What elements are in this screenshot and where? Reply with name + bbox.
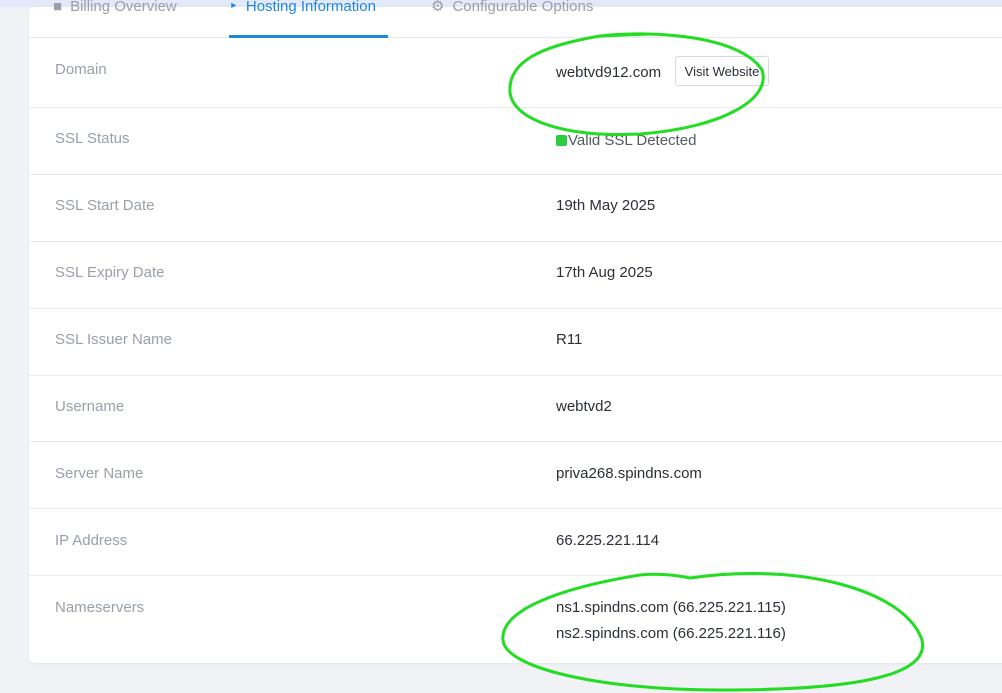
hosting-details-card: ■ Billing Overview ‣ Hosting Information ⚙… xyxy=(29,0,1002,663)
configurable-options-icon: ⚙ xyxy=(431,0,445,15)
ssl-status-value: Valid SSL Detected xyxy=(556,132,696,149)
ssl-expiry-date-label: SSL Expiry Date xyxy=(55,264,165,281)
row-divider xyxy=(29,575,1002,576)
active-tab-indicator xyxy=(229,35,388,38)
nameserver-2-value: ns2.spindns.com (66.225.221.116) xyxy=(556,625,786,642)
username-value: webtvd2 xyxy=(556,398,612,415)
nameservers-label: Nameservers xyxy=(55,599,145,616)
server-name-value: priva268.spindns.com xyxy=(556,465,702,482)
tab-hosting-information[interactable]: ‣ Hosting Information xyxy=(229,0,376,25)
ssl-start-date-value: 19th May 2025 xyxy=(556,197,656,214)
row-divider xyxy=(29,441,1002,442)
ip-address-label: IP Address xyxy=(55,532,128,549)
ssl-expiry-date-value: 17th Aug 2025 xyxy=(556,264,653,281)
ip-address-value: 66.225.221.114 xyxy=(556,532,660,549)
row-divider xyxy=(29,107,1002,108)
hosting-icon: ‣ xyxy=(229,0,238,15)
tab-configurable-options[interactable]: ⚙ Configurable Options xyxy=(431,0,593,25)
ssl-issuer-value: R11 xyxy=(556,331,583,348)
tab-bar: ■ Billing Overview ‣ Hosting Information ⚙… xyxy=(29,0,1002,38)
ssl-issuer-label: SSL Issuer Name xyxy=(55,331,172,348)
billing-icon: ■ xyxy=(53,0,63,15)
ssl-check-icon xyxy=(556,135,567,146)
row-divider xyxy=(29,241,1002,242)
nameserver-1-value: ns1.spindns.com (66.225.221.115) xyxy=(556,599,786,616)
row-divider xyxy=(29,308,1002,309)
domain-value: webtvd912.com xyxy=(556,64,662,81)
visit-website-button[interactable]: Visit Website xyxy=(675,56,769,86)
domain-label: Domain xyxy=(55,61,107,78)
row-divider xyxy=(29,508,1002,509)
tab-billing-overview[interactable]: ■ Billing Overview xyxy=(53,0,177,25)
server-name-label: Server Name xyxy=(55,465,144,482)
ssl-status-label: SSL Status xyxy=(55,130,130,147)
row-divider xyxy=(29,375,1002,376)
username-label: Username xyxy=(55,398,125,415)
row-divider xyxy=(29,174,1002,175)
ssl-start-date-label: SSL Start Date xyxy=(55,197,155,214)
